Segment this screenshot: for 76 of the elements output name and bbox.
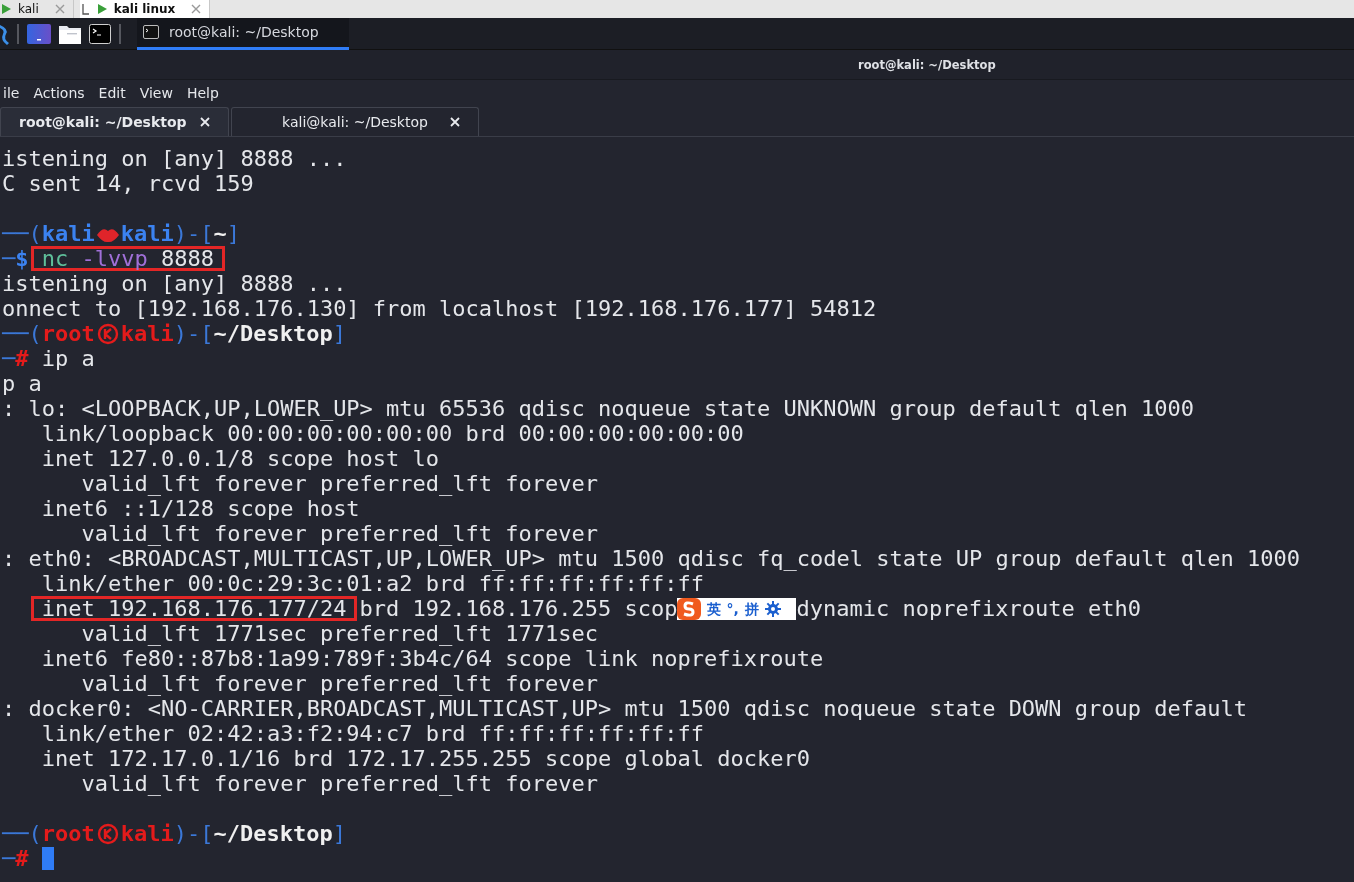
input-method-option[interactable]: °, bbox=[726, 600, 739, 617]
output-text: valid_lft forever preferred_lft forever bbox=[80, 521, 599, 546]
prompt-symbol: # bbox=[15, 846, 29, 871]
output-text: p a bbox=[2, 371, 42, 396]
prompt-frame: ─ bbox=[2, 346, 16, 371]
output-text: istening on [any] 8888 ... bbox=[2, 146, 347, 171]
command-text: nc bbox=[41, 249, 69, 268]
terminal-tab[interactable]: kali@kali: ~/Desktop bbox=[231, 107, 479, 136]
play-icon bbox=[95, 3, 108, 15]
prompt-user: kali bbox=[120, 321, 174, 346]
output-text: inet 192.168.176.177/24 bbox=[41, 599, 347, 618]
terminal-icon[interactable] bbox=[89, 23, 111, 44]
workspace-icon[interactable] bbox=[27, 23, 51, 44]
output-text: brd 192.168.176.255 scop bbox=[358, 596, 678, 621]
play-icon bbox=[0, 3, 12, 15]
output-text: inet6 ::1/128 scope host bbox=[40, 496, 360, 521]
vm-tab[interactable]: kali linux bbox=[79, 0, 211, 18]
prompt-frame: )-[ bbox=[173, 221, 214, 246]
output-text: : docker0: <NO-CARRIER,BROADCAST,MULTICAST,UP> mtu 1500 qdisc noqueue state DOWN group default bbox=[2, 696, 1248, 721]
tab-label: kali bbox=[18, 3, 39, 15]
output-text: valid_lft 1771sec preferred_lft 1771sec bbox=[80, 621, 599, 646]
prompt-path: ~/Desktop bbox=[213, 821, 333, 846]
menu-item[interactable]: Help bbox=[179, 83, 226, 103]
menu-item[interactable]: Edit bbox=[91, 83, 133, 103]
output-text: inet 172.17.0.1/16 brd 172.17.255.255 scope global docker0 bbox=[40, 746, 810, 771]
menu-item[interactable]: View bbox=[132, 83, 180, 103]
output-text: : eth0: <BROADCAST,MULTICAST,UP,LOWER_UP> mtu 1500 qdisc fq_codel state UP group default qlen 1000 bbox=[2, 546, 1301, 571]
output-text: dynamic noprefixroute eth0 bbox=[796, 596, 1141, 621]
input-method-logo-icon[interactable] bbox=[676, 597, 701, 620]
prompt-user: kali bbox=[120, 221, 174, 246]
menu-item[interactable]: ile bbox=[0, 83, 27, 103]
output-text: ip a bbox=[40, 346, 95, 371]
output-text: valid_lft forever preferred_lft forever bbox=[80, 771, 599, 796]
output-text: link/ether 02:42:a3:f2:94:c7 brd ff:ff:ff:ff:ff:ff bbox=[40, 721, 704, 746]
output-text: : lo: <LOOPBACK,UP,LOWER_UP> mtu 65536 qdisc noqueue state UNKNOWN group default qlen 1000 bbox=[2, 396, 1195, 421]
prompt-symbol: $ bbox=[15, 246, 30, 271]
output-text: link/loopback 00:00:00:00:00:00 brd 00:00:00:00:00:00 bbox=[40, 421, 744, 446]
output-text: C sent 14, rcvd 159 bbox=[2, 171, 254, 196]
folder-icon[interactable] bbox=[59, 23, 81, 44]
prompt-path: ~ bbox=[213, 221, 227, 246]
prompt-frame: ] bbox=[332, 321, 346, 346]
output-text: link/ether 00:0c:29:3c:01:a2 brd ff:ff:ff:ff:ff:ff bbox=[40, 571, 704, 596]
prompt-frame: ] bbox=[332, 821, 346, 846]
menu-item[interactable]: Actions bbox=[26, 83, 92, 103]
prompt-user: kali bbox=[120, 821, 174, 846]
output-text: 8888 bbox=[159, 249, 214, 268]
text-cursor bbox=[41, 847, 54, 870]
tab-label: kali linux bbox=[113, 3, 176, 15]
prompt-frame: ─ bbox=[2, 846, 16, 871]
command-option: -lvvp bbox=[68, 249, 148, 268]
prompt-symbol: # bbox=[15, 346, 29, 371]
prompt-frame: ──( bbox=[2, 821, 42, 846]
prompt-frame: ─ bbox=[2, 246, 16, 271]
output-text: onnect to [192.168.176.130] from localhost [192.168.176.177] 54812 bbox=[2, 296, 877, 321]
prompt-frame: )-[ bbox=[173, 321, 214, 346]
prompt-user: root bbox=[41, 321, 95, 346]
output-text: valid_lft forever preferred_lft forever bbox=[80, 471, 599, 496]
output-text: valid_lft forever preferred_lft forever bbox=[80, 671, 599, 696]
prompt-frame: ──( bbox=[2, 221, 42, 246]
terminal-tab[interactable]: root@kali: ~/Desktop bbox=[0, 107, 229, 136]
terminal-icon bbox=[143, 25, 159, 39]
settings-icon[interactable] bbox=[764, 600, 781, 617]
input-method-option[interactable]: 拼 bbox=[744, 600, 759, 617]
taskbar-button[interactable]: root@kali: ~/Desktop bbox=[137, 17, 349, 50]
prompt-user: root bbox=[41, 821, 95, 846]
output-text: inet 127.0.0.1/8 scope host lo bbox=[40, 446, 440, 471]
window-title: root@kali: ~/Desktop bbox=[858, 57, 996, 72]
prompt-user: kali bbox=[41, 221, 95, 246]
vm-tab[interactable]: kali bbox=[0, 0, 74, 18]
prompt-path: ~/Desktop bbox=[213, 321, 333, 346]
input-method-option[interactable]: 英 bbox=[706, 600, 721, 617]
output-text: inet6 fe80::87b8:1a99:789f:3b4c/64 scope link noprefixroute bbox=[40, 646, 824, 671]
output-text: istening on [any] 8888 ... bbox=[2, 271, 347, 296]
prompt-frame: ] bbox=[226, 221, 240, 246]
prompt-frame: ──( bbox=[2, 321, 42, 346]
prompt-frame: )-[ bbox=[173, 821, 214, 846]
